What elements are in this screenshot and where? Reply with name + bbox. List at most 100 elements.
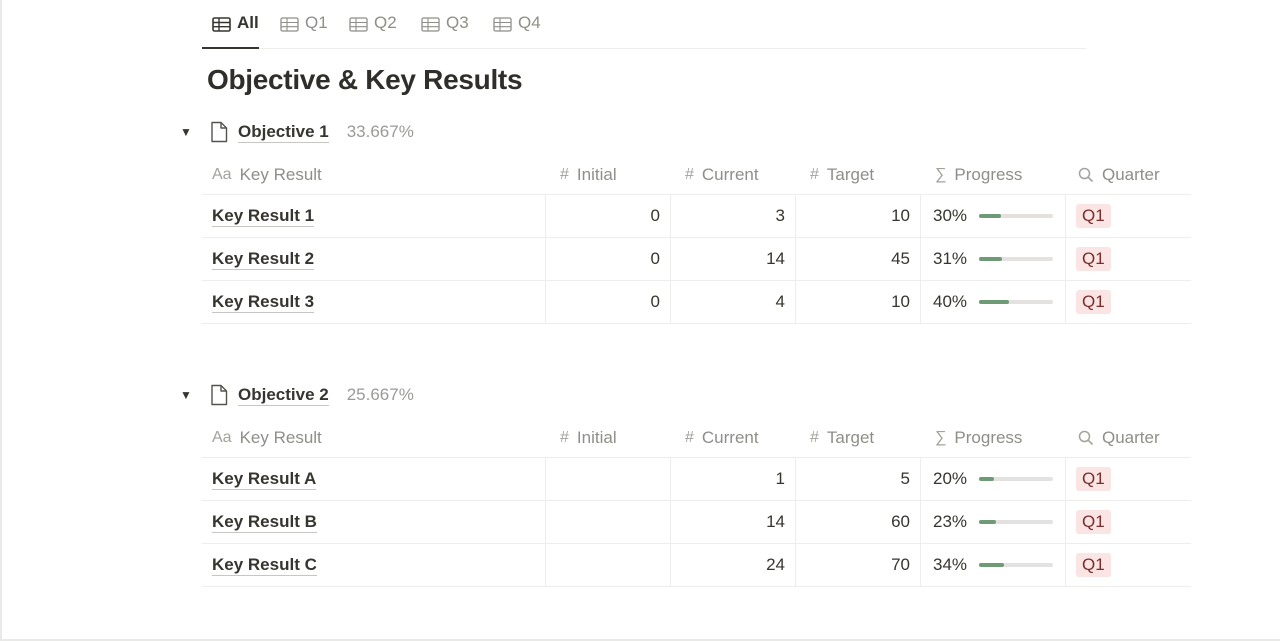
number-property-icon: #	[560, 165, 569, 183]
initial-cell[interactable]: 0	[546, 238, 671, 280]
column-label: Initial	[576, 164, 617, 184]
key-result-name[interactable]: Key Result A	[212, 469, 317, 490]
column-label: Key Result	[239, 164, 322, 184]
table-row[interactable]: Key Result 3 0 4 10 40% Q1	[202, 281, 1191, 324]
key-result-cell: Key Result 1	[202, 195, 546, 237]
number-property-icon: #	[560, 428, 569, 446]
column-header-quarter[interactable]: Quarter	[1066, 154, 1191, 195]
page-frame: All Q1 Q2 Q3 Q4 Objective & Key Results …	[0, 0, 1280, 641]
progress-percent: 31%	[933, 249, 968, 268]
progress-cell: 23%	[921, 501, 1066, 543]
page-icon	[211, 384, 228, 406]
quarter-cell[interactable]: Q1	[1066, 458, 1191, 500]
current-cell[interactable]: 14	[671, 501, 796, 543]
initial-cell[interactable]: 0	[546, 195, 671, 237]
tab-q2[interactable]: Q2	[349, 13, 397, 49]
quarter-badge[interactable]: Q1	[1076, 204, 1111, 228]
column-header-target[interactable]: # Target	[796, 154, 921, 195]
key-result-cell: Key Result 2	[202, 238, 546, 280]
table-row[interactable]: Key Result A 1 5 20% Q1	[202, 458, 1191, 501]
quarter-cell[interactable]: Q1	[1066, 195, 1191, 237]
formula-property-icon: ∑	[935, 165, 947, 183]
key-result-name[interactable]: Key Result 1	[212, 206, 315, 227]
target-cell[interactable]: 45	[796, 238, 921, 280]
progress-bar	[979, 257, 1053, 261]
group-progress: 33.667%	[346, 122, 414, 141]
number-property-icon: #	[810, 428, 819, 446]
collapse-toggle-icon[interactable]: ▼	[180, 125, 194, 139]
tab-q4[interactable]: Q4	[493, 13, 541, 49]
quarter-cell[interactable]: Q1	[1066, 238, 1191, 280]
current-cell[interactable]: 14	[671, 238, 796, 280]
column-header-key-result[interactable]: Aa Key Result	[202, 154, 546, 195]
group-name[interactable]: Objective 1	[238, 122, 329, 143]
column-header-progress[interactable]: ∑ Progress	[921, 417, 1066, 458]
current-cell[interactable]: 4	[671, 281, 796, 323]
table-icon	[349, 17, 368, 32]
quarter-cell[interactable]: Q1	[1066, 544, 1191, 586]
title-property-icon: Aa	[212, 428, 232, 446]
initial-cell[interactable]	[546, 458, 671, 500]
column-label: Quarter	[1102, 427, 1160, 447]
column-header-current[interactable]: # Current	[671, 154, 796, 195]
progress-bar-fill	[979, 257, 1002, 261]
current-cell[interactable]: 1	[671, 458, 796, 500]
number-property-icon: #	[685, 428, 694, 446]
column-header-current[interactable]: # Current	[671, 417, 796, 458]
quarter-cell[interactable]: Q1	[1066, 281, 1191, 323]
target-cell[interactable]: 60	[796, 501, 921, 543]
progress-percent: 34%	[933, 555, 968, 574]
target-cell[interactable]: 10	[796, 195, 921, 237]
progress-bar	[979, 477, 1053, 481]
column-header-quarter[interactable]: Quarter	[1066, 417, 1191, 458]
quarter-badge[interactable]: Q1	[1076, 467, 1111, 491]
quarter-badge[interactable]: Q1	[1076, 247, 1111, 271]
key-result-name[interactable]: Key Result B	[212, 512, 317, 533]
key-result-cell: Key Result 3	[202, 281, 546, 323]
column-label: Progress	[954, 164, 1023, 184]
tab-q3[interactable]: Q3	[421, 13, 469, 49]
column-label: Target	[826, 427, 875, 447]
table-row[interactable]: Key Result 2 0 14 45 31% Q1	[202, 238, 1191, 281]
group-name[interactable]: Objective 2	[238, 385, 329, 406]
key-results-table: Aa Key Result # Initial # Current # Target ∑…	[202, 154, 1191, 324]
table-icon	[493, 17, 512, 32]
progress-bar	[979, 300, 1053, 304]
quarter-cell[interactable]: Q1	[1066, 501, 1191, 543]
column-header-target[interactable]: # Target	[796, 417, 921, 458]
column-header-progress[interactable]: ∑ Progress	[921, 154, 1066, 195]
collapse-toggle-icon[interactable]: ▼	[180, 388, 194, 402]
target-cell[interactable]: 10	[796, 281, 921, 323]
table-row[interactable]: Key Result 1 0 3 10 30% Q1	[202, 195, 1191, 238]
tab-label: Q4	[518, 13, 541, 32]
current-cell[interactable]: 24	[671, 544, 796, 586]
key-result-name[interactable]: Key Result 3	[212, 292, 315, 313]
key-result-name[interactable]: Key Result C	[212, 555, 317, 576]
table-row[interactable]: Key Result C 24 70 34% Q1	[202, 544, 1191, 587]
target-cell[interactable]: 5	[796, 458, 921, 500]
target-cell[interactable]: 70	[796, 544, 921, 586]
number-property-icon: #	[810, 165, 819, 183]
column-header-initial[interactable]: # Initial	[546, 154, 671, 195]
column-header-initial[interactable]: # Initial	[546, 417, 671, 458]
progress-bar-fill	[979, 214, 1002, 218]
table-header: Aa Key Result # Initial # Current # Target ∑…	[202, 417, 1191, 458]
current-cell[interactable]: 3	[671, 195, 796, 237]
quarter-badge[interactable]: Q1	[1076, 510, 1111, 534]
initial-cell[interactable]	[546, 544, 671, 586]
column-header-key-result[interactable]: Aa Key Result	[202, 417, 546, 458]
key-result-name[interactable]: Key Result 2	[212, 249, 315, 270]
group-progress: 25.667%	[346, 385, 414, 404]
table-row[interactable]: Key Result B 14 60 23% Q1	[202, 501, 1191, 544]
progress-cell: 20%	[921, 458, 1066, 500]
key-result-cell: Key Result C	[202, 544, 546, 586]
tab-all[interactable]: All	[202, 13, 259, 49]
table-icon	[212, 17, 231, 32]
formula-property-icon: ∑	[935, 428, 947, 446]
tab-q1[interactable]: Q1	[280, 13, 328, 49]
initial-cell[interactable]	[546, 501, 671, 543]
initial-cell[interactable]: 0	[546, 281, 671, 323]
quarter-badge[interactable]: Q1	[1076, 553, 1111, 577]
progress-percent: 20%	[933, 469, 968, 488]
quarter-badge[interactable]: Q1	[1076, 290, 1111, 314]
